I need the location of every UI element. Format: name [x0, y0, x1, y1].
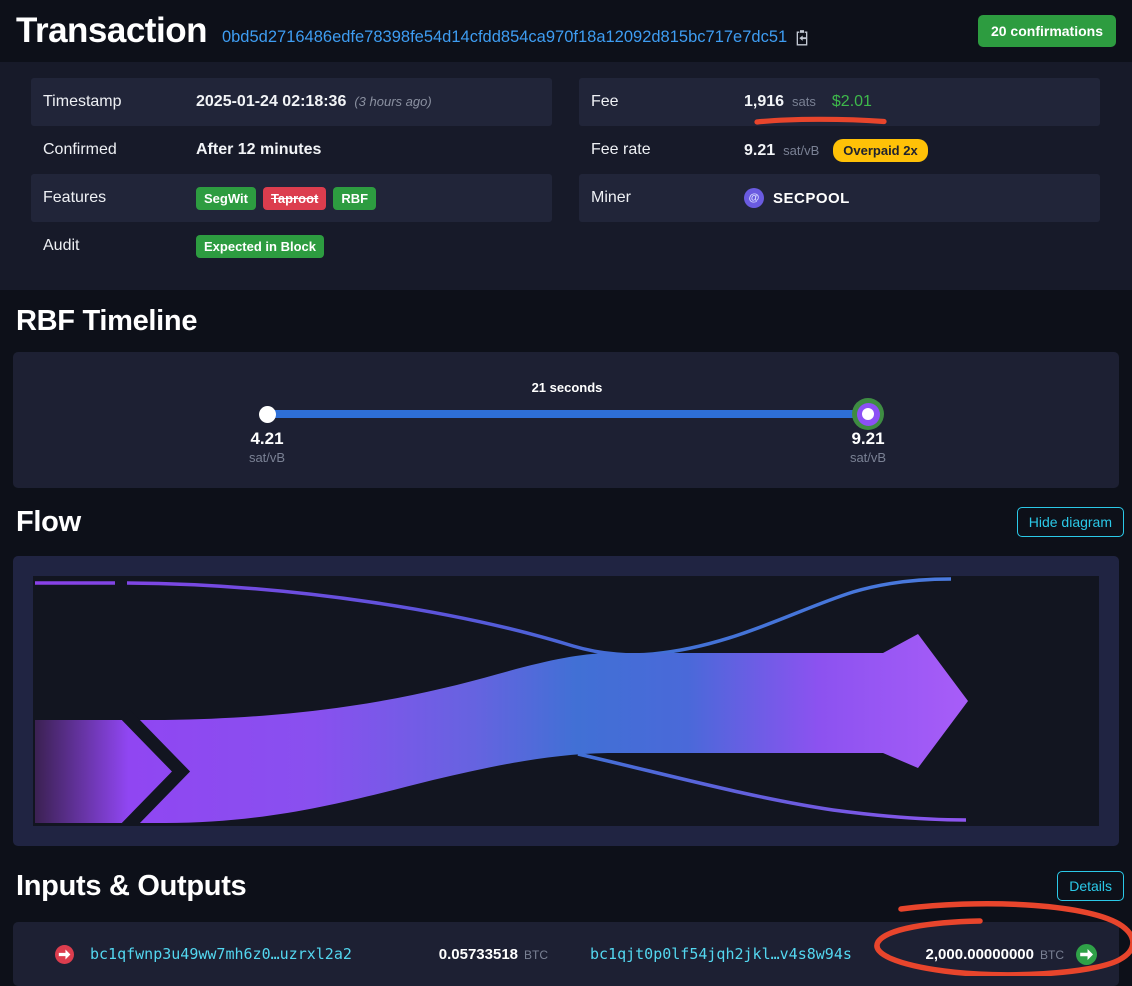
rbf-timeline-panel: 21 seconds 4.21 sat/vB 9.21 sat/vB — [13, 352, 1119, 488]
table-row-fee: Fee 1,916 sats $2.01 — [579, 78, 1100, 126]
input-amount-value: 0.05733518 — [439, 946, 518, 963]
input-address[interactable]: bc1qfwnp3u49ww7mh6z0…uzrxl2a2 — [90, 945, 352, 963]
table-row-timestamp: Timestamp 2025-01-24 02:18:36 (3 hours a… — [31, 78, 552, 126]
confirmed-value: After 12 minutes — [196, 141, 321, 159]
row-label: Audit — [43, 237, 196, 255]
rbf-end-tick: 9.21 sat/vB — [823, 429, 913, 465]
feature-badge-rbf: RBF — [333, 187, 376, 210]
row-label: Timestamp — [43, 93, 196, 111]
copy-txid-button[interactable] — [794, 29, 810, 46]
details-table-right: Fee 1,916 sats $2.01 Fee rate 9.21 sat/v… — [579, 78, 1100, 270]
fee-unit: sats — [792, 94, 816, 109]
page-header: Transaction 0bd5d2716486edfe78398fe54d14… — [0, 0, 1132, 62]
flow-thin-bottom-line[interactable] — [578, 754, 966, 820]
rbf-end-feerate: 9.21 — [823, 429, 913, 449]
rbf-section-header: RBF Timeline — [0, 290, 1132, 352]
rbf-end-handle-ring — [857, 403, 880, 426]
input-amount: 0.05733518 BTC — [439, 946, 548, 963]
output-arrow-icon[interactable] — [1076, 944, 1097, 965]
rbf-timeline-track — [267, 410, 868, 418]
mining-pool-icon: @ — [744, 188, 764, 208]
mining-pool-name: SECPOOL — [773, 190, 850, 207]
flow-section-header: Flow Hide diagram — [0, 496, 1132, 548]
rbf-start-tick: 4.21 sat/vB — [222, 429, 312, 465]
flow-thin-top-line[interactable] — [35, 579, 951, 655]
row-label: Fee rate — [591, 141, 744, 159]
details-button[interactable]: Details — [1057, 871, 1124, 901]
io-row: bc1qfwnp3u49ww7mh6z0…uzrxl2a2 0.05733518… — [13, 922, 1119, 986]
hide-diagram-button[interactable]: Hide diagram — [1017, 507, 1124, 537]
output-column: bc1qjt0p0lf54jqh2jkl…v4s8w94s 2,000.0000… — [590, 944, 1097, 965]
rbf-heading: RBF Timeline — [16, 305, 197, 338]
row-label: Confirmed — [43, 141, 196, 159]
output-amount: 2,000.00000000 BTC — [926, 946, 1064, 963]
rbf-end-unit: sat/vB — [823, 450, 913, 465]
feature-badge-segwit: SegWit — [196, 187, 256, 210]
table-row-confirmed: Confirmed After 12 minutes — [31, 126, 552, 174]
rbf-end-handle-dot — [862, 408, 874, 420]
io-heading: Inputs & Outputs — [16, 870, 246, 903]
row-label: Features — [43, 189, 196, 207]
confirmations-badge: 20 confirmations — [978, 15, 1116, 47]
sankey-svg — [33, 576, 1099, 826]
input-amount-unit: BTC — [524, 948, 548, 962]
table-row-miner: Miner @ SECPOOL — [579, 174, 1100, 222]
output-amount-unit: BTC — [1040, 948, 1064, 962]
row-label: Fee — [591, 93, 744, 111]
audit-badge: Expected in Block — [196, 235, 324, 258]
mining-pool-link[interactable]: @ SECPOOL — [744, 188, 850, 208]
page-title: Transaction — [16, 11, 207, 51]
feerate-value: 9.21 — [744, 142, 775, 160]
flow-heading: Flow — [16, 506, 81, 539]
feature-badge-taproot: Taproot — [263, 187, 326, 210]
fee-value: 1,916 — [744, 93, 784, 111]
rbf-duration-label: 21 seconds — [517, 380, 617, 395]
output-address[interactable]: bc1qjt0p0lf54jqh2jkl…v4s8w94s — [590, 945, 852, 963]
flow-panel — [13, 556, 1119, 846]
table-row-audit: Audit Expected in Block — [31, 222, 552, 270]
rbf-start-handle[interactable] — [259, 406, 276, 423]
timestamp-value: 2025-01-24 02:18:36 — [196, 93, 346, 111]
rbf-start-feerate: 4.21 — [222, 429, 312, 449]
timestamp-relative: (3 hours ago) — [354, 94, 431, 109]
output-amount-value: 2,000.00000000 — [926, 946, 1034, 963]
rbf-start-unit: sat/vB — [222, 450, 312, 465]
txid: 0bd5d2716486edfe78398fe54d14cfdd854ca970… — [222, 28, 787, 47]
table-row-feerate: Fee rate 9.21 sat/vB Overpaid 2x — [579, 126, 1100, 174]
transaction-page: { "colors": { "accent_blue": "#3e9df2", … — [0, 0, 1132, 976]
fee-usd: $2.01 — [832, 93, 872, 111]
table-row-features: Features SegWit Taproot RBF — [31, 174, 552, 222]
feerate-unit: sat/vB — [783, 143, 819, 158]
overpaid-badge: Overpaid 2x — [833, 139, 927, 162]
rbf-end-handle[interactable] — [852, 398, 884, 430]
flow-diagram[interactable] — [33, 576, 1099, 826]
input-column: bc1qfwnp3u49ww7mh6z0…uzrxl2a2 0.05733518… — [55, 945, 548, 964]
clipboard-copy-icon — [794, 29, 810, 46]
row-label: Miner — [591, 189, 744, 207]
flow-main-band[interactable] — [35, 634, 968, 823]
io-section-header: Inputs & Outputs Details — [0, 860, 1132, 912]
input-arrow-icon[interactable] — [55, 945, 74, 964]
transaction-details: Timestamp 2025-01-24 02:18:36 (3 hours a… — [0, 62, 1132, 290]
details-table-left: Timestamp 2025-01-24 02:18:36 (3 hours a… — [31, 78, 552, 270]
